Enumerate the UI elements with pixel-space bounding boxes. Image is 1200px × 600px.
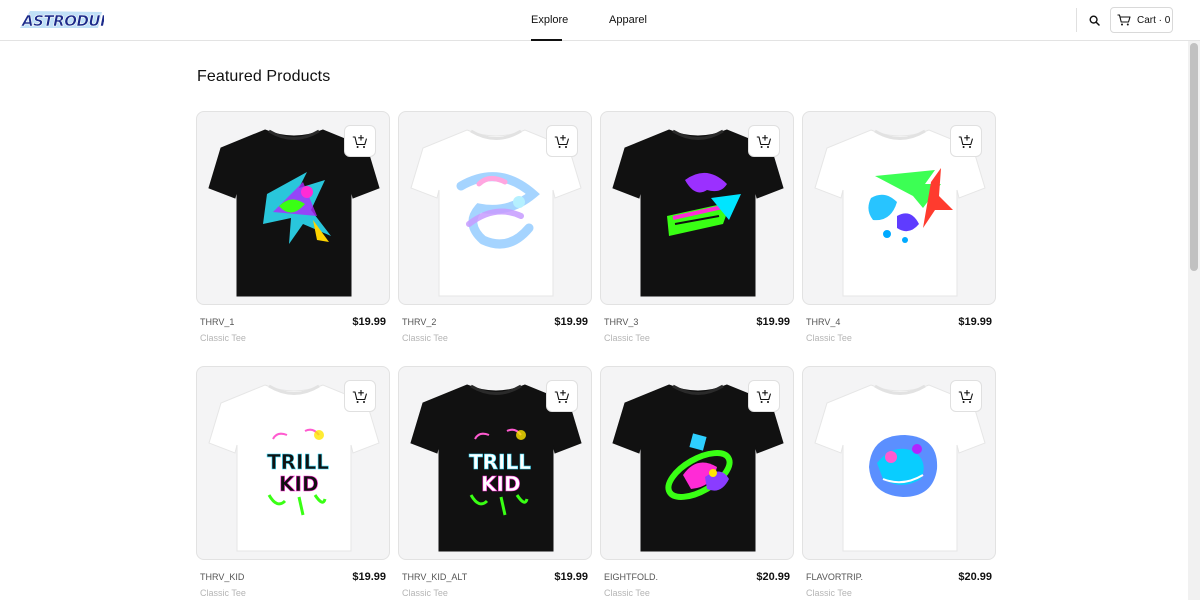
page-scrollbar[interactable] — [1188, 41, 1200, 600]
product-price: $19.99 — [352, 571, 386, 583]
search-icon — [1088, 14, 1100, 26]
page-title: Featured Products — [197, 68, 331, 85]
product-thumbnail[interactable] — [802, 366, 996, 560]
product-type: Classic Tee — [604, 333, 650, 343]
product-type: Classic Tee — [200, 333, 246, 343]
product-name[interactable]: THRV_4 — [806, 317, 840, 327]
svg-text:KID: KID — [279, 472, 319, 496]
add-to-cart-button[interactable] — [344, 125, 376, 157]
product-name[interactable]: THRV_KID_ALT — [402, 572, 467, 582]
product-price: $20.99 — [958, 571, 992, 583]
svg-text:TRILL: TRILL — [469, 450, 531, 474]
add-to-cart-icon — [756, 134, 772, 148]
product-type: Classic Tee — [402, 333, 448, 343]
product-name[interactable]: THRV_1 — [200, 317, 234, 327]
product-price: $19.99 — [756, 316, 790, 328]
product-type: Classic Tee — [806, 333, 852, 343]
product-thumbnail[interactable] — [600, 111, 794, 305]
brand-logo[interactable]: ASTRODUR — [18, 8, 104, 32]
product-thumbnail[interactable]: TRILL KID — [398, 366, 592, 560]
product-name[interactable]: THRV_KID — [200, 572, 244, 582]
product-type: Classic Tee — [402, 588, 448, 598]
add-to-cart-icon — [958, 389, 974, 403]
add-to-cart-icon — [756, 389, 772, 403]
product-thumbnail[interactable] — [802, 111, 996, 305]
product-type: Classic Tee — [806, 588, 852, 598]
product-name[interactable]: THRV_2 — [402, 317, 436, 327]
add-to-cart-icon — [352, 134, 368, 148]
product-price: $19.99 — [958, 316, 992, 328]
product-type: Classic Tee — [200, 588, 246, 598]
add-to-cart-button[interactable] — [546, 125, 578, 157]
nav-apparel[interactable]: Apparel — [609, 0, 647, 41]
add-to-cart-icon — [958, 134, 974, 148]
header-divider — [1076, 8, 1077, 32]
product-thumbnail[interactable]: TRILL KID — [196, 366, 390, 560]
product-thumbnail[interactable] — [196, 111, 390, 305]
svg-text:KID: KID — [481, 472, 521, 496]
add-to-cart-icon — [554, 389, 570, 403]
product-thumbnail[interactable] — [600, 366, 794, 560]
add-to-cart-button[interactable] — [950, 380, 982, 412]
add-to-cart-icon — [554, 134, 570, 148]
site-header: ASTRODUR Explore Apparel Cart · 0 — [0, 0, 1200, 41]
add-to-cart-button[interactable] — [748, 380, 780, 412]
product-price: $20.99 — [756, 571, 790, 583]
svg-text:ASTRODUR: ASTRODUR — [21, 12, 104, 30]
product-name[interactable]: THRV_3 — [604, 317, 638, 327]
add-to-cart-button[interactable] — [546, 380, 578, 412]
add-to-cart-icon — [352, 389, 368, 403]
scrollbar-thumb[interactable] — [1190, 43, 1198, 271]
add-to-cart-button[interactable] — [748, 125, 780, 157]
product-price: $19.99 — [352, 316, 386, 328]
cart-button[interactable]: Cart · 0 — [1110, 7, 1173, 33]
add-to-cart-button[interactable] — [344, 380, 376, 412]
product-price: $19.99 — [554, 316, 588, 328]
nav-explore[interactable]: Explore — [531, 0, 568, 41]
product-name[interactable]: EIGHTFOLD. — [604, 572, 658, 582]
product-thumbnail[interactable] — [398, 111, 592, 305]
cart-icon — [1117, 14, 1131, 26]
search-button[interactable] — [1083, 9, 1105, 31]
product-name[interactable]: FLAVORTRIP. — [806, 572, 863, 582]
add-to-cart-button[interactable] — [950, 125, 982, 157]
product-price: $19.99 — [554, 571, 588, 583]
cart-label: Cart · 0 — [1137, 14, 1171, 26]
product-type: Classic Tee — [604, 588, 650, 598]
svg-text:TRILL: TRILL — [267, 450, 329, 474]
